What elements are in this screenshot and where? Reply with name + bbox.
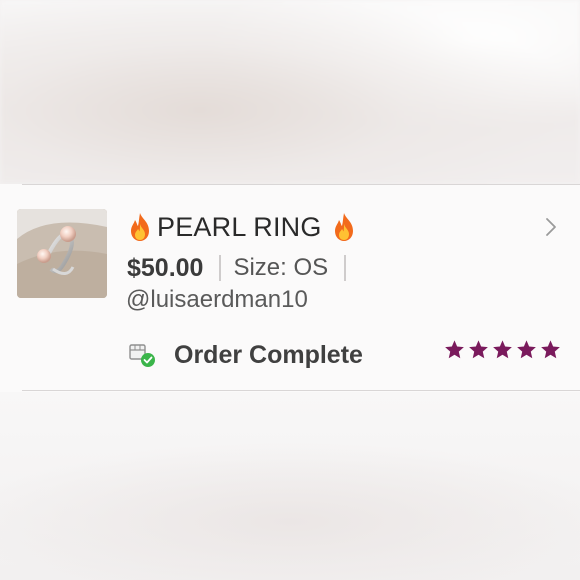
listing-size: Size: OS	[233, 254, 329, 281]
star-icon	[517, 340, 536, 359]
package-check-icon	[128, 342, 156, 368]
meta-separator	[344, 255, 347, 281]
divider	[22, 184, 580, 185]
blurred-background-bottom	[0, 392, 580, 580]
blurred-background-top	[0, 0, 580, 184]
product-thumbnail[interactable]	[17, 209, 107, 298]
star-icon	[469, 340, 488, 359]
star-icon	[541, 340, 560, 359]
rating-stars	[444, 339, 561, 360]
seller-username[interactable]: @luisaerdman10	[126, 286, 308, 314]
order-card[interactable]: PEARL RING $50.00 Size: OS @luisaerdman1…	[0, 184, 580, 392]
listing-title-text: PEARL RING	[157, 211, 322, 242]
listing-price: $50.00	[127, 253, 204, 282]
fire-icon	[330, 212, 358, 242]
meta-separator	[219, 255, 222, 281]
star-icon	[445, 340, 464, 359]
fire-icon	[126, 212, 154, 242]
chevron-right-icon[interactable]	[544, 217, 558, 237]
listing-title[interactable]: PEARL RING	[126, 210, 358, 244]
star-icon	[493, 340, 512, 359]
order-status-label: Order Complete	[174, 340, 363, 369]
order-status: Order Complete	[128, 338, 363, 372]
listing-meta: $50.00 Size: OS	[127, 252, 347, 284]
divider	[22, 390, 580, 391]
